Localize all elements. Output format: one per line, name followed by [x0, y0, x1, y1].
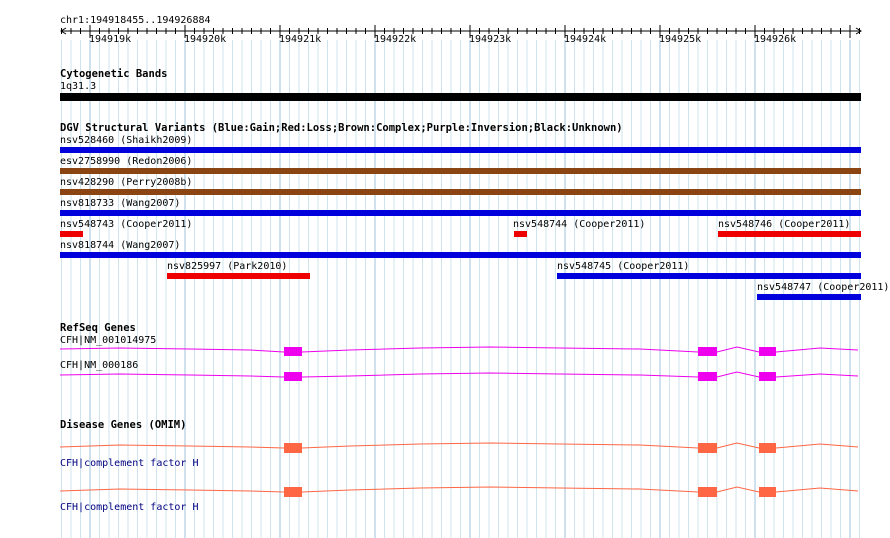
variant-label: nsv818744 (Wang2007)	[60, 240, 181, 251]
gene-model-omim[interactable]	[0, 480, 890, 504]
variant-bar-loss[interactable]	[60, 231, 83, 237]
variant-bar-gain[interactable]	[60, 210, 861, 216]
variant-label: nsv428290 (Perry2008b)	[60, 177, 193, 188]
variant-label: nsv825997 (Park2010)	[167, 261, 288, 272]
variant-bar-loss[interactable]	[514, 231, 527, 237]
gene-exon	[284, 487, 302, 497]
variant-label: nsv548743 (Cooper2011)	[60, 219, 193, 230]
variant-bar-complex[interactable]	[60, 189, 861, 195]
gene-exon	[284, 347, 302, 356]
gene-exon	[698, 443, 717, 453]
variant-bar-gain[interactable]	[60, 252, 861, 258]
variant-bar-loss[interactable]	[718, 231, 861, 237]
variant-label: nsv548746 (Cooper2011)	[718, 219, 851, 230]
variant-label: nsv528460 (Shaikh2009)	[60, 135, 193, 146]
gene-exon	[284, 443, 302, 453]
cytoband-label: 1q31.3	[60, 81, 97, 92]
disease-gene-label[interactable]: CFH|complement factor H	[60, 502, 198, 513]
gene-exon	[698, 372, 717, 381]
variant-label: esv2758990 (Redon2006)	[60, 156, 193, 167]
gene-exon	[759, 372, 776, 381]
dgv-track-title: DGV Structural Variants (Blue:Gain;Red:L…	[60, 122, 623, 134]
variant-label: nsv548747 (Cooper2011)	[757, 282, 890, 293]
omim-track-title: Disease Genes (OMIM)	[60, 419, 187, 431]
gene-label: CFH|NM_001014975	[60, 335, 157, 346]
locus-label: chr1:194918455..194926884	[60, 15, 211, 26]
disease-gene-label[interactable]: CFH|complement factor H	[60, 458, 198, 469]
cytoband-track-title: Cytogenetic Bands	[60, 68, 168, 80]
variant-bar-complex[interactable]	[60, 168, 861, 174]
cytoband-bar[interactable]	[60, 93, 861, 101]
variant-bar-gain[interactable]	[557, 273, 861, 279]
refseq-track-title: RefSeq Genes	[60, 322, 136, 334]
gene-exon	[698, 487, 717, 497]
variant-label: nsv548744 (Cooper2011)	[513, 219, 646, 230]
gene-exon	[759, 487, 776, 497]
gene-exon	[759, 347, 776, 356]
gene-exon	[698, 347, 717, 356]
variant-label: nsv548745 (Cooper2011)	[557, 261, 690, 272]
variant-label: nsv818733 (Wang2007)	[60, 198, 181, 209]
variant-bar-loss[interactable]	[167, 273, 310, 279]
gene-model-omim[interactable]	[0, 436, 890, 460]
gene-exon	[759, 443, 776, 453]
variant-bar-gain[interactable]	[757, 294, 861, 300]
gene-label: CFH|NM_000186	[60, 360, 139, 371]
gene-exon	[284, 372, 302, 381]
variant-bar-gain[interactable]	[60, 147, 861, 153]
